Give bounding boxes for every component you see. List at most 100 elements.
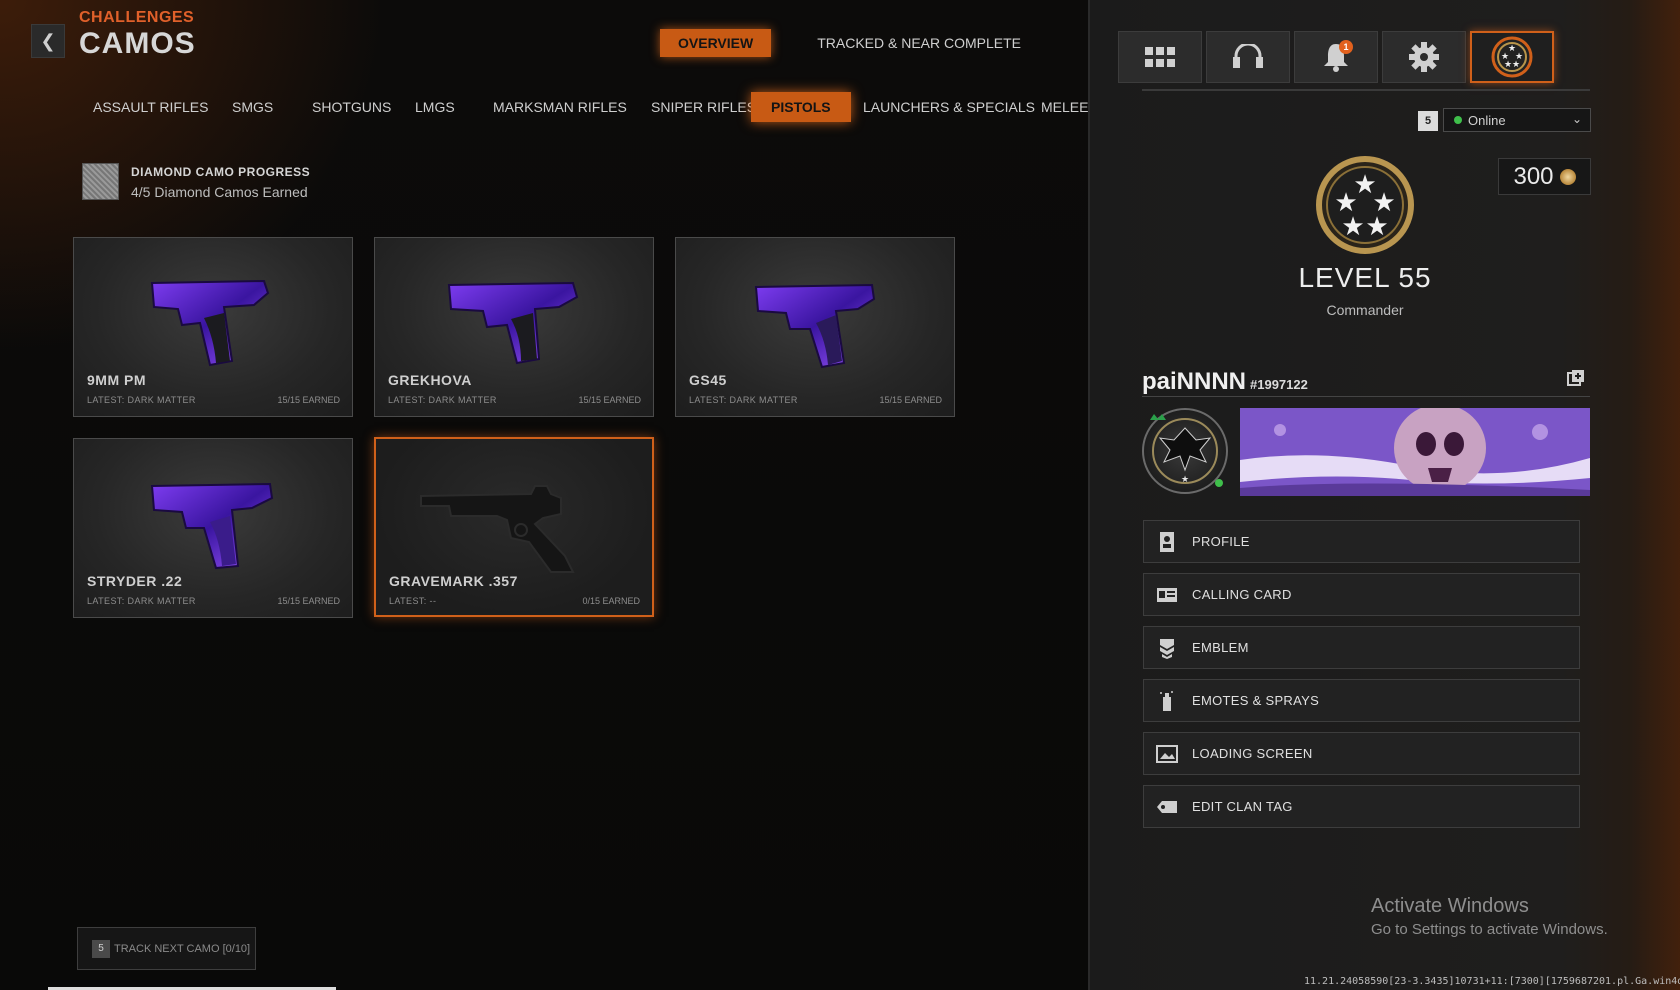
user-tag: #1997122 [1250, 377, 1308, 392]
menu-emblem[interactable]: EMBLEM [1143, 626, 1580, 669]
tab-tracked-near-complete[interactable]: TRACKED & NEAR COMPLETE [799, 29, 1039, 57]
pistol-image [150, 482, 274, 570]
pistol-image [754, 283, 876, 369]
gear-icon [1409, 42, 1439, 72]
tab-overview[interactable]: OVERVIEW [660, 29, 772, 57]
svg-text:★: ★ [1504, 60, 1512, 70]
menu-profile[interactable]: PROFILE [1143, 520, 1580, 563]
rank-emblem-icon: ★★ ★★ ★ [1316, 156, 1414, 254]
eagle-emblem-icon: ★ [1150, 414, 1223, 487]
svg-text:★: ★ [1365, 212, 1388, 242]
weapon-card-grekhova[interactable]: GREKHOVA LATEST: DARK MATTER 15/15 EARNE… [374, 237, 654, 417]
tab-assault-rifles[interactable]: ASSAULT RIFLES [93, 92, 208, 122]
track-next-camo-button[interactable]: 5 TRACK NEXT CAMO [0/10] [77, 927, 256, 970]
menu-label: EMBLEM [1192, 640, 1249, 655]
diamond-camo-progress: DIAMOND CAMO PROGRESS 4/5 Diamond Camos … [82, 163, 310, 200]
emblem-icon [1156, 637, 1178, 659]
coin-icon [1559, 168, 1576, 185]
copy-icon[interactable] [1567, 369, 1585, 387]
tag-icon [1156, 796, 1178, 818]
apps-button[interactable] [1118, 31, 1202, 83]
id-card-icon [1156, 584, 1178, 606]
player-emblem-avatar[interactable]: ★ [1142, 408, 1228, 494]
menu-label: EDIT CLAN TAG [1192, 799, 1293, 814]
tab-melee[interactable]: MELEE [1041, 92, 1088, 122]
menu-label: PROFILE [1192, 534, 1250, 549]
tab-lmgs[interactable]: LMGS [415, 92, 455, 122]
panel-divider [1142, 89, 1590, 91]
weapon-card-9mm-pm[interactable]: 9MM PM LATEST: DARK MATTER 15/15 EARNED [73, 237, 353, 417]
rank-stars-icon: ★★ ★★ ★ [1491, 36, 1533, 78]
revolver-image [420, 485, 575, 573]
menu-label: EMOTES & SPRAYS [1192, 693, 1320, 708]
chevron-down-icon: ⌄ [1571, 112, 1582, 126]
tab-marksman-rifles[interactable]: MARKSMAN RIFLES [493, 92, 627, 122]
currency-display: 300 [1498, 158, 1591, 195]
weapon-latest-camo: LATEST: DARK MATTER [87, 596, 196, 606]
weapon-category-tabs: ASSAULT RIFLES SMGS SHOTGUNS LMGS MARKSM… [93, 92, 1088, 122]
pistol-image [447, 281, 579, 365]
apps-grid-icon [1145, 47, 1175, 67]
skull-calling-card-image [1240, 408, 1590, 496]
keybind-badge: 5 [1418, 111, 1438, 131]
weapon-latest-camo: LATEST: DARK MATTER [388, 395, 497, 405]
rank-title: Commander [1326, 302, 1404, 318]
menu-label: CALLING CARD [1192, 587, 1292, 602]
menu-label: LOADING SCREEN [1192, 746, 1313, 761]
tab-sniper-rifles[interactable]: SNIPER RIFLES [651, 92, 756, 122]
player-username: paiNNNN #1997122 [1142, 368, 1308, 396]
online-status-value: Online [1468, 112, 1506, 128]
weapon-earned-count: 0/15 EARNED [582, 596, 640, 606]
pistol-image [150, 279, 270, 367]
tab-launchers-specials[interactable]: LAUNCHERS & SPECIALS [863, 92, 1035, 122]
weapon-card-stryder-22[interactable]: STRYDER .22 LATEST: DARK MATTER 15/15 EA… [73, 438, 353, 618]
diamond-camo-thumbnail [82, 163, 119, 200]
weapon-name: STRYDER .22 [87, 573, 183, 589]
profile-card-icon [1156, 531, 1178, 553]
top-tabs: OVERVIEW TRACKED & NEAR COMPLETE [660, 29, 1039, 57]
username-underline [1142, 396, 1590, 397]
weapon-earned-count: 15/15 EARNED [277, 596, 340, 606]
menu-emotes-sprays[interactable]: EMOTES & SPRAYS [1143, 679, 1580, 722]
tab-pistols[interactable]: PISTOLS [751, 92, 851, 122]
weapon-name: 9MM PM [87, 372, 146, 388]
weapon-name: GRAVEMARK .357 [389, 573, 518, 589]
notifications-button[interactable]: 1 [1294, 31, 1378, 83]
weapon-earned-count: 15/15 EARNED [879, 395, 942, 405]
weapon-name: GS45 [689, 372, 727, 388]
menu-loading-screen[interactable]: LOADING SCREEN [1143, 732, 1580, 775]
chevron-left-icon: ❮ [40, 30, 56, 51]
calling-card-banner[interactable] [1240, 408, 1590, 496]
weapon-latest-camo: LATEST: -- [389, 596, 437, 606]
player-level: LEVEL 55 [1298, 262, 1432, 293]
tab-shotguns[interactable]: SHOTGUNS [312, 92, 391, 122]
progress-subtitle: 4/5 Diamond Camos Earned [131, 184, 308, 200]
tab-smgs[interactable]: SMGS [232, 92, 273, 122]
track-next-camo-label: TRACK NEXT CAMO [0/10] [114, 942, 251, 955]
weapon-earned-count: 15/15 EARNED [578, 395, 641, 405]
svg-text:★: ★ [1512, 60, 1520, 70]
activate-windows-subtitle: Go to Settings to activate Windows. [1371, 921, 1608, 938]
currency-amount: 300 [1513, 162, 1554, 190]
weapon-earned-count: 15/15 EARNED [277, 395, 340, 405]
menu-calling-card[interactable]: CALLING CARD [1143, 573, 1580, 616]
profile-menu: PROFILE CALLING CARD EMBLEM EMOTES & SPR… [1143, 520, 1580, 838]
notification-count-badge: 1 [1339, 40, 1353, 54]
party-button[interactable] [1206, 31, 1290, 83]
username-text: paiNNNN [1142, 368, 1247, 395]
svg-text:★: ★ [1181, 475, 1189, 485]
build-version-string: 11.21.24058590[23-3.3435]10731+11:[7300]… [1304, 976, 1680, 987]
weapon-card-gs45[interactable]: GS45 LATEST: DARK MATTER 15/15 EARNED [675, 237, 955, 417]
weapon-name: GREKHOVA [388, 372, 472, 388]
back-button[interactable]: ❮ [31, 24, 65, 58]
weapon-card-gravemark-357[interactable]: GRAVEMARK .357 LATEST: -- 0/15 EARNED [374, 437, 654, 617]
menu-edit-clan-tag[interactable]: EDIT CLAN TAG [1143, 785, 1580, 828]
breadcrumb: CHALLENGES [79, 9, 195, 26]
profile-rank-button[interactable]: ★ ★ ★ ★ ★ [1470, 31, 1554, 83]
online-status-dropdown[interactable]: Online ⌄ [1443, 108, 1591, 132]
spray-can-icon [1156, 690, 1178, 712]
page-title: CAMOS [79, 27, 196, 60]
progress-title: DIAMOND CAMO PROGRESS [131, 165, 311, 179]
settings-button[interactable] [1382, 31, 1466, 83]
weapon-latest-camo: LATEST: DARK MATTER [689, 395, 798, 405]
